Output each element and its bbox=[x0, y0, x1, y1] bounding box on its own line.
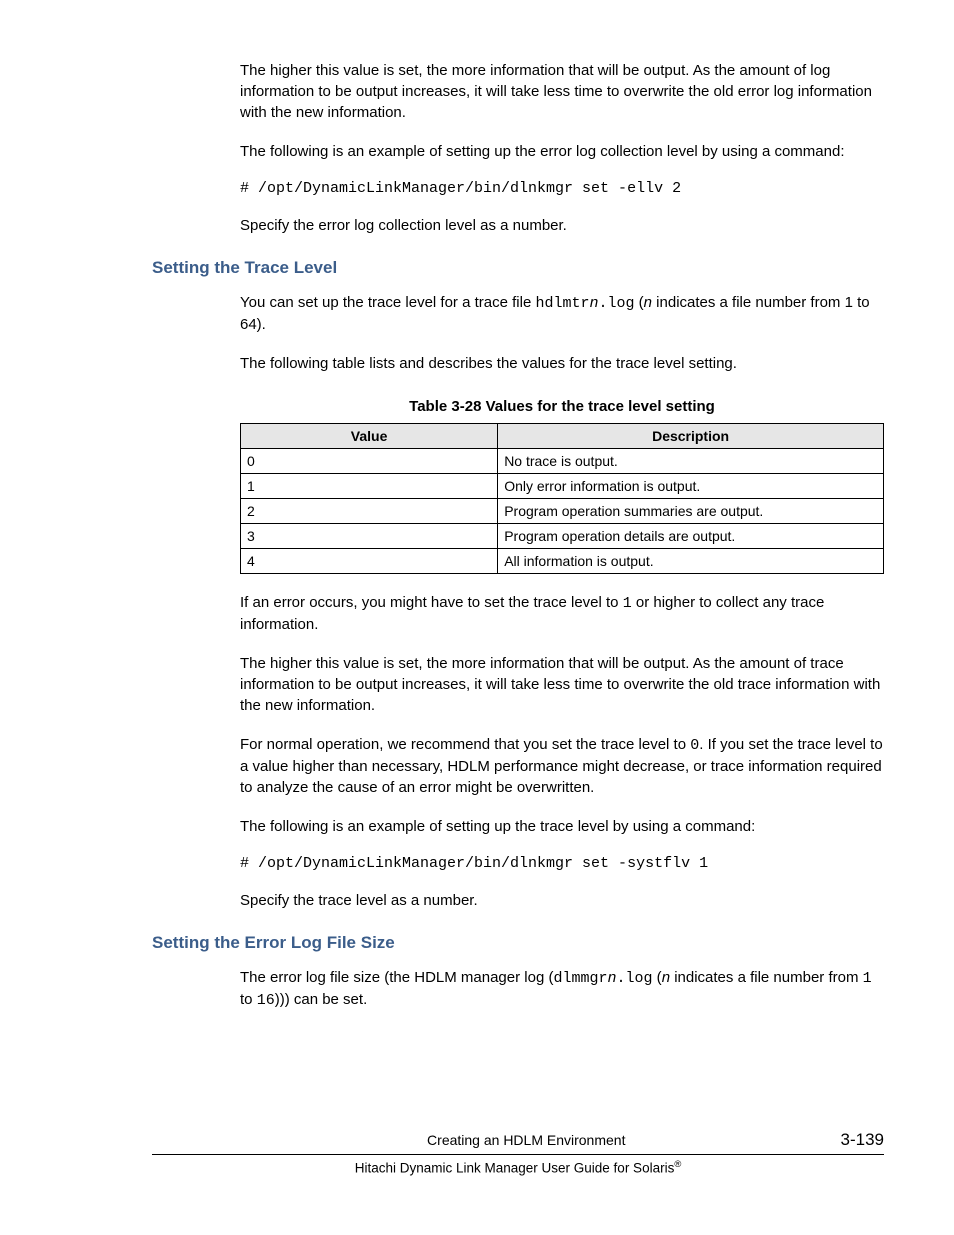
intro-p3: Specify the error log collection level a… bbox=[240, 215, 884, 236]
s1-p3-code: 1 bbox=[623, 595, 632, 612]
s1-p2: The following table lists and describes … bbox=[240, 353, 884, 374]
cell-value: 4 bbox=[241, 549, 498, 574]
s1-p1-code: hdlmtr bbox=[535, 295, 589, 312]
s1-p1a: You can set up the trace level for a tra… bbox=[240, 294, 535, 311]
intro-code1: # /opt/DynamicLinkManager/bin/dlnkmgr se… bbox=[240, 180, 884, 197]
table-caption: Table 3-28 Values for the trace level se… bbox=[240, 398, 884, 415]
s2-code3: 1 bbox=[863, 970, 872, 987]
s1-p5: For normal operation, we recommend that … bbox=[240, 734, 884, 798]
s1-p5-code: 0 bbox=[690, 737, 699, 754]
footer-row2: Hitachi Dynamic Link Manager User Guide … bbox=[152, 1155, 884, 1176]
table-header-row: Value Description bbox=[241, 424, 884, 449]
s1-p3: If an error occurs, you might have to se… bbox=[240, 592, 884, 635]
s1-p5a: For normal operation, we recommend that … bbox=[240, 736, 690, 753]
cell-desc: Program operation summaries are output. bbox=[498, 499, 884, 524]
table-row: 3 Program operation details are output. bbox=[241, 524, 884, 549]
section1-body: You can set up the trace level for a tra… bbox=[240, 292, 884, 911]
th-value: Value bbox=[241, 424, 498, 449]
cell-desc: Only error information is output. bbox=[498, 474, 884, 499]
cell-desc: All information is output. bbox=[498, 549, 884, 574]
cell-value: 1 bbox=[241, 474, 498, 499]
s1-p1-code2: .log bbox=[598, 295, 634, 312]
s2-code2: .log bbox=[617, 970, 653, 987]
s2-p1d: to bbox=[240, 991, 257, 1008]
s2-n: n bbox=[607, 970, 616, 987]
registered-mark: ® bbox=[674, 1159, 681, 1170]
s1-p1b: ( bbox=[635, 294, 644, 311]
s1-p3a: If an error occurs, you might have to se… bbox=[240, 594, 623, 611]
footer-chapter: Creating an HDLM Environment bbox=[212, 1132, 841, 1148]
s2-code1: dlmmgr bbox=[553, 970, 607, 987]
trace-level-table: Value Description 0 No trace is output. … bbox=[240, 423, 884, 574]
table-row: 0 No trace is output. bbox=[241, 449, 884, 474]
s2-p1a: The error log file size (the HDLM manage… bbox=[240, 969, 553, 986]
s2-n2: n bbox=[662, 969, 670, 986]
heading-trace-level: Setting the Trace Level bbox=[152, 258, 884, 278]
intro-p2: The following is an example of setting u… bbox=[240, 141, 884, 162]
s1-p1: You can set up the trace level for a tra… bbox=[240, 292, 884, 335]
intro-p1: The higher this value is set, the more i… bbox=[240, 60, 884, 123]
s2-p1b: ( bbox=[653, 969, 662, 986]
cell-value: 3 bbox=[241, 524, 498, 549]
table-row: 2 Program operation summaries are output… bbox=[241, 499, 884, 524]
heading-error-log-file-size: Setting the Error Log File Size bbox=[152, 933, 884, 953]
s1-p6: The following is an example of setting u… bbox=[240, 816, 884, 837]
table-row: 4 All information is output. bbox=[241, 549, 884, 574]
section2-body: The error log file size (the HDLM manage… bbox=[240, 967, 884, 1011]
s2-code4: 16 bbox=[257, 992, 275, 1009]
table-row: 1 Only error information is output. bbox=[241, 474, 884, 499]
s2-p1: The error log file size (the HDLM manage… bbox=[240, 967, 884, 1011]
cell-value: 0 bbox=[241, 449, 498, 474]
s1-p7: Specify the trace level as a number. bbox=[240, 890, 884, 911]
th-desc: Description bbox=[498, 424, 884, 449]
s1-code2: # /opt/DynamicLinkManager/bin/dlnkmgr se… bbox=[240, 855, 884, 872]
page-content: The higher this value is set, the more i… bbox=[152, 60, 884, 1029]
footer-pagenum: 3-139 bbox=[841, 1130, 884, 1150]
cell-value: 2 bbox=[241, 499, 498, 524]
s1-p1-n2: n bbox=[644, 294, 652, 311]
footer-row1: Creating an HDLM Environment 3-139 bbox=[152, 1130, 884, 1155]
cell-desc: No trace is output. bbox=[498, 449, 884, 474]
s1-p4: The higher this value is set, the more i… bbox=[240, 653, 884, 716]
footer-booktitle: Hitachi Dynamic Link Manager User Guide … bbox=[355, 1161, 675, 1176]
page-footer: Creating an HDLM Environment 3-139 Hitac… bbox=[152, 1130, 884, 1176]
intro-block: The higher this value is set, the more i… bbox=[240, 60, 884, 236]
s2-p1c: indicates a file number from bbox=[670, 969, 863, 986]
cell-desc: Program operation details are output. bbox=[498, 524, 884, 549]
s2-p1e: ))) can be set. bbox=[275, 991, 368, 1008]
